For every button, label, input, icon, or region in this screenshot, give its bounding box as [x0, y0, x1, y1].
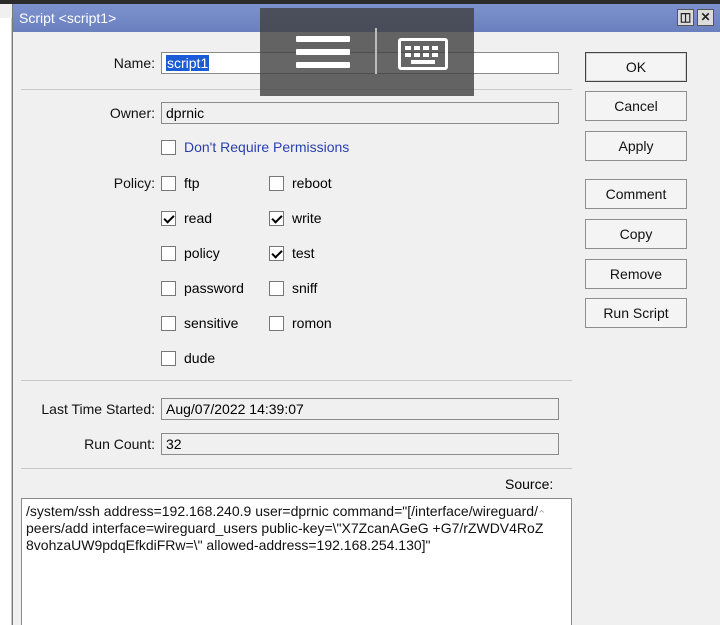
source-textarea[interactable]: /system/ssh address=192.168.240.9 user=d… [21, 498, 572, 625]
keyboard-icon[interactable] [398, 38, 448, 70]
policy-password-checkbox[interactable]: password [161, 279, 244, 297]
policy-label: Policy: [113, 175, 155, 191]
checkbox-box[interactable] [269, 280, 284, 296]
dont-require-permissions-checkbox[interactable]: Don't Require Permissions [161, 138, 349, 156]
policy-romon-checkbox[interactable]: romon [269, 314, 332, 332]
checkbox-box[interactable] [161, 139, 176, 155]
checkbox-box-checked[interactable] [161, 210, 176, 226]
background-window-edge [0, 18, 12, 625]
policy-sensitive-checkbox[interactable]: sensitive [161, 314, 238, 332]
policy-sensitive-label: sensitive [184, 315, 239, 331]
name-label: Name: [113, 55, 155, 71]
apply-button[interactable]: Apply [585, 131, 687, 161]
checkbox-box[interactable] [161, 315, 176, 331]
run-count-label: Run Count: [84, 436, 155, 452]
close-icon[interactable]: ✕ [697, 9, 714, 26]
policy-dude-checkbox[interactable]: dude [161, 349, 215, 367]
toolbar-divider [375, 28, 377, 74]
checkbox-box[interactable] [161, 350, 176, 366]
policy-policy-checkbox[interactable]: policy [161, 244, 220, 262]
checkbox-box-checked[interactable] [269, 245, 284, 261]
policy-test-checkbox[interactable]: test [269, 244, 315, 262]
run-script-button[interactable]: Run Script [585, 298, 687, 328]
policy-read-label: read [184, 210, 213, 226]
last-time-started-field[interactable]: Aug/07/2022 14:39:07 [161, 398, 559, 420]
policy-read-checkbox[interactable]: read [161, 209, 212, 227]
checkbox-box[interactable] [161, 280, 176, 296]
ok-button[interactable]: OK [585, 52, 687, 82]
policy-test-label: test [292, 245, 315, 261]
policy-ftp-checkbox[interactable]: ftp [161, 174, 200, 192]
separator [21, 468, 572, 469]
name-value: script1 [166, 55, 210, 71]
policy-dude-label: dude [184, 350, 216, 366]
policy-reboot-label: reboot [292, 175, 332, 191]
copy-button[interactable]: Copy [585, 219, 687, 249]
policy-ftp-label: ftp [184, 175, 200, 191]
checkbox-box[interactable] [269, 175, 284, 191]
owner-label: Owner: [109, 105, 155, 121]
separator [21, 380, 572, 381]
policy-sniff-checkbox[interactable]: sniff [269, 279, 317, 297]
checkbox-box-checked[interactable] [269, 210, 284, 226]
owner-field[interactable]: dprnic [161, 102, 559, 124]
last-time-started-label: Last Time Started: [41, 401, 155, 417]
checkbox-box[interactable] [269, 315, 284, 331]
floating-toolbar [260, 8, 474, 96]
restore-icon[interactable]: ◫ [677, 9, 694, 26]
policy-policy-label: policy [184, 245, 220, 261]
cancel-button[interactable]: Cancel [585, 91, 687, 121]
policy-reboot-checkbox[interactable]: reboot [269, 174, 332, 192]
remove-button[interactable]: Remove [585, 259, 687, 289]
scroll-up-icon[interactable]: ⌃ [537, 508, 549, 521]
script-window: Script <script1> ◫ ✕ Name: script1 Owner… [12, 4, 720, 625]
source-label: Source: [505, 476, 554, 492]
checkbox-box[interactable] [161, 245, 176, 261]
policy-password-label: password [184, 280, 244, 296]
window-title: Script <script1> [19, 10, 117, 26]
checkbox-box[interactable] [161, 175, 176, 191]
dont-require-permissions-label: Don't Require Permissions [184, 139, 350, 155]
policy-write-checkbox[interactable]: write [269, 209, 322, 227]
policy-write-label: write [292, 210, 322, 226]
policy-sniff-label: sniff [292, 280, 318, 296]
run-count-field[interactable]: 32 [161, 433, 559, 455]
comment-button[interactable]: Comment [585, 179, 687, 209]
policy-romon-label: romon [292, 315, 332, 331]
hamburger-icon[interactable] [296, 36, 350, 72]
